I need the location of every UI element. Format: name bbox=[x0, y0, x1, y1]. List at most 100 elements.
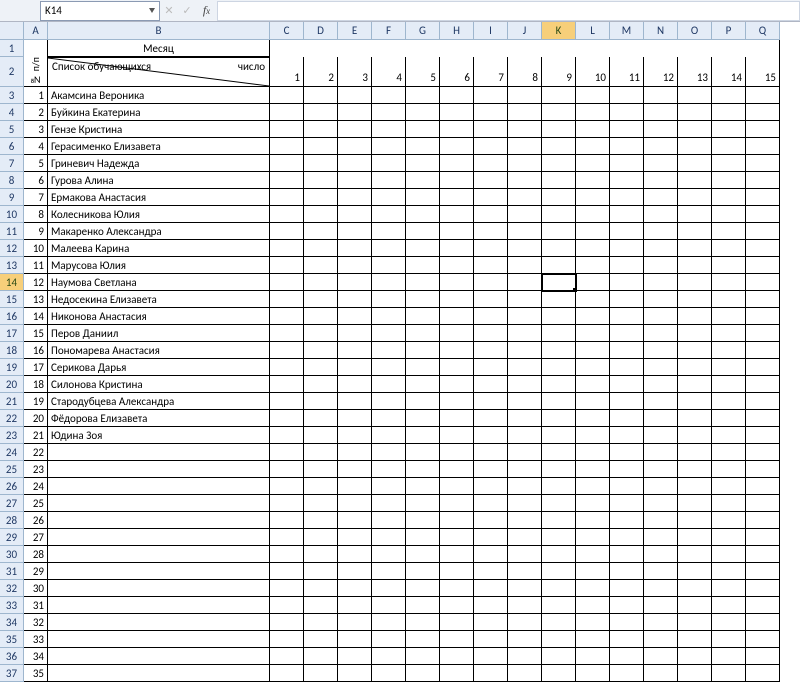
cell[interactable] bbox=[746, 546, 780, 563]
cell[interactable] bbox=[338, 665, 372, 682]
column-header[interactable]: J bbox=[508, 22, 542, 40]
cell[interactable] bbox=[542, 665, 576, 682]
cell[interactable] bbox=[746, 495, 780, 512]
cell[interactable] bbox=[644, 325, 678, 342]
cell[interactable]: № п/п bbox=[24, 57, 48, 87]
cell[interactable] bbox=[338, 359, 372, 376]
cell[interactable] bbox=[304, 40, 338, 57]
cell[interactable] bbox=[372, 257, 406, 274]
cell[interactable] bbox=[712, 529, 746, 546]
cell[interactable] bbox=[746, 580, 780, 597]
cell[interactable] bbox=[270, 580, 304, 597]
cell[interactable] bbox=[576, 563, 610, 580]
cell[interactable] bbox=[508, 478, 542, 495]
cell[interactable] bbox=[576, 291, 610, 308]
cell[interactable] bbox=[372, 393, 406, 410]
cell[interactable] bbox=[508, 40, 542, 57]
cell[interactable] bbox=[338, 206, 372, 223]
cell[interactable] bbox=[678, 223, 712, 240]
cell[interactable] bbox=[542, 648, 576, 665]
cell[interactable] bbox=[372, 121, 406, 138]
cell[interactable]: Акамсина Вероника bbox=[48, 87, 270, 104]
cell[interactable] bbox=[440, 410, 474, 427]
cell[interactable] bbox=[644, 223, 678, 240]
cell[interactable] bbox=[304, 614, 338, 631]
row-header[interactable]: 11 bbox=[0, 223, 24, 240]
row-header[interactable]: 25 bbox=[0, 461, 24, 478]
cell[interactable] bbox=[372, 410, 406, 427]
cell[interactable] bbox=[270, 376, 304, 393]
cell[interactable]: 15 bbox=[24, 325, 48, 342]
cell[interactable] bbox=[746, 325, 780, 342]
cell[interactable] bbox=[372, 614, 406, 631]
cell[interactable] bbox=[542, 376, 576, 393]
cell[interactable] bbox=[304, 512, 338, 529]
cell[interactable] bbox=[440, 665, 474, 682]
cell[interactable] bbox=[508, 376, 542, 393]
cell[interactable]: 26 bbox=[24, 512, 48, 529]
row-header[interactable]: 22 bbox=[0, 410, 24, 427]
cell[interactable] bbox=[576, 104, 610, 121]
cell[interactable]: Юдина Зоя bbox=[48, 427, 270, 444]
cell[interactable] bbox=[508, 563, 542, 580]
column-header[interactable]: A bbox=[24, 22, 48, 40]
cell[interactable] bbox=[644, 546, 678, 563]
cell[interactable] bbox=[270, 410, 304, 427]
cell[interactable] bbox=[338, 376, 372, 393]
cell[interactable] bbox=[440, 427, 474, 444]
cell[interactable] bbox=[270, 240, 304, 257]
cell[interactable] bbox=[338, 529, 372, 546]
cell[interactable] bbox=[746, 40, 780, 57]
cell[interactable] bbox=[678, 291, 712, 308]
cell[interactable] bbox=[746, 665, 780, 682]
cell[interactable] bbox=[372, 138, 406, 155]
cell[interactable] bbox=[406, 223, 440, 240]
cell[interactable] bbox=[576, 274, 610, 291]
cell[interactable] bbox=[746, 563, 780, 580]
cell[interactable]: 8 bbox=[24, 206, 48, 223]
cell[interactable] bbox=[338, 155, 372, 172]
cell[interactable] bbox=[270, 206, 304, 223]
cell[interactable] bbox=[440, 597, 474, 614]
cell[interactable] bbox=[712, 495, 746, 512]
cell[interactable] bbox=[406, 87, 440, 104]
cell[interactable] bbox=[338, 342, 372, 359]
cell[interactable] bbox=[508, 274, 542, 291]
name-box[interactable]: K14 bbox=[40, 1, 160, 21]
cell[interactable] bbox=[644, 240, 678, 257]
cell[interactable] bbox=[48, 546, 270, 563]
column-header[interactable]: G bbox=[406, 22, 440, 40]
cell[interactable] bbox=[406, 291, 440, 308]
cell[interactable] bbox=[542, 308, 576, 325]
cell[interactable] bbox=[508, 461, 542, 478]
cell[interactable] bbox=[610, 274, 644, 291]
cell[interactable]: 7 bbox=[474, 57, 508, 87]
cell[interactable] bbox=[644, 614, 678, 631]
cell[interactable]: 5 bbox=[406, 57, 440, 87]
cell[interactable] bbox=[338, 223, 372, 240]
cell[interactable] bbox=[440, 308, 474, 325]
cell[interactable] bbox=[542, 444, 576, 461]
cell[interactable] bbox=[372, 427, 406, 444]
cell[interactable] bbox=[440, 172, 474, 189]
cell[interactable] bbox=[406, 274, 440, 291]
cell[interactable] bbox=[678, 563, 712, 580]
cell[interactable] bbox=[712, 40, 746, 57]
cell[interactable] bbox=[712, 648, 746, 665]
cell[interactable] bbox=[474, 172, 508, 189]
cell[interactable]: 6 bbox=[24, 172, 48, 189]
cell[interactable] bbox=[610, 580, 644, 597]
cell[interactable]: 12 bbox=[644, 57, 678, 87]
cell[interactable] bbox=[542, 274, 576, 291]
cell[interactable] bbox=[610, 240, 644, 257]
cell[interactable] bbox=[440, 529, 474, 546]
cell[interactable]: 14 bbox=[24, 308, 48, 325]
cell[interactable] bbox=[338, 189, 372, 206]
cell[interactable] bbox=[712, 155, 746, 172]
cell[interactable] bbox=[576, 495, 610, 512]
cell[interactable] bbox=[508, 444, 542, 461]
column-header[interactable]: E bbox=[338, 22, 372, 40]
column-header[interactable]: B bbox=[48, 22, 270, 40]
cell[interactable] bbox=[406, 495, 440, 512]
cell[interactable] bbox=[304, 410, 338, 427]
